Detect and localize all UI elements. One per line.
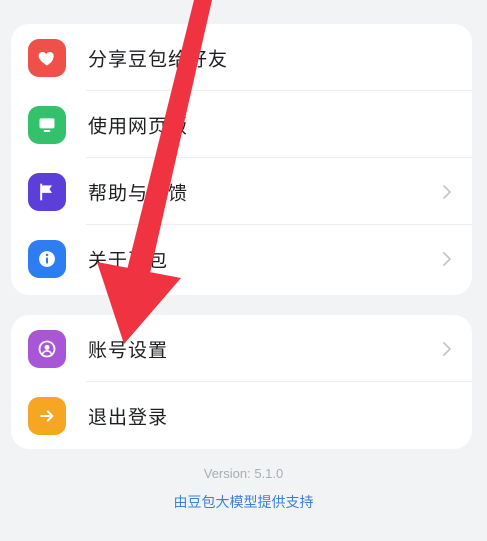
menu-item-label: 帮助与反馈 <box>88 182 189 204</box>
menu-card-account: 账号设置 退出登录 <box>11 315 472 449</box>
menu-item-help-feedback[interactable]: 帮助与反馈 <box>11 158 472 225</box>
menu-item-share[interactable]: 分享豆包给好友 <box>11 24 472 91</box>
menu-item-label: 关于豆包 <box>88 249 169 271</box>
menu-item-logout[interactable]: 退出登录 <box>11 382 472 449</box>
menu-item-label: 账号设置 <box>88 339 169 361</box>
flag-icon <box>28 172 66 211</box>
menu-item-about[interactable]: 关于豆包 <box>11 225 472 292</box>
user-circle-icon <box>28 329 66 368</box>
monitor-icon <box>28 105 66 144</box>
powered-by-link[interactable]: 由豆包大模型提供支持 <box>0 492 487 512</box>
chevron-right-icon <box>443 251 451 266</box>
menu-item-label: 退出登录 <box>88 406 169 428</box>
menu-card-primary: 分享豆包给好友 使用网页版 帮助与反馈 关于豆包 <box>11 24 472 295</box>
app-version-text: Version: 5.1.0 <box>203 466 284 481</box>
menu-item-account-settings[interactable]: 账号设置 <box>11 315 472 382</box>
menu-item-label: 分享豆包给好友 <box>88 48 229 70</box>
menu-item-label: 使用网页版 <box>88 115 189 137</box>
info-icon <box>28 239 66 278</box>
chevron-right-icon <box>443 184 451 199</box>
menu-item-web-version[interactable]: 使用网页版 <box>11 91 472 158</box>
heart-icon <box>28 38 66 77</box>
arrow-right-icon <box>28 396 66 435</box>
chevron-right-icon <box>443 341 451 356</box>
